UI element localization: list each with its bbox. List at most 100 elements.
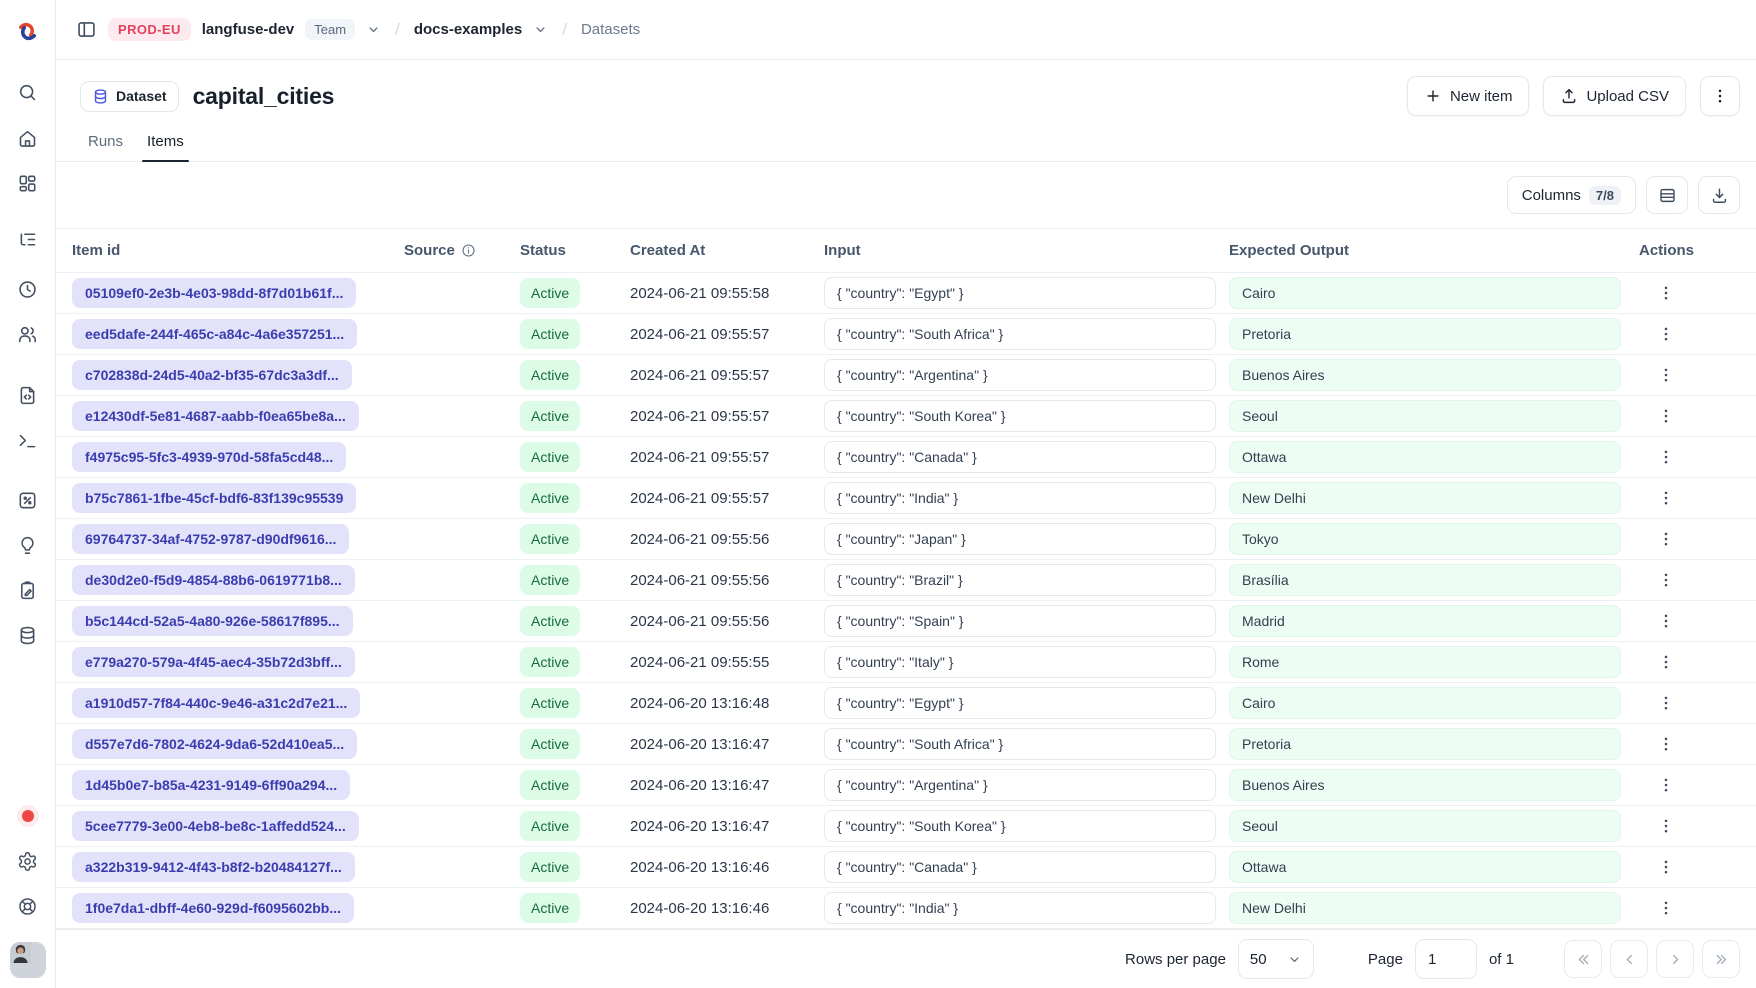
row-actions-button[interactable] [1653, 321, 1679, 347]
rows-per-page-select[interactable]: 50 [1238, 939, 1314, 979]
input-cell[interactable]: { "country": "Canada" } [824, 441, 1216, 473]
expected-output-cell[interactable]: Brasília [1229, 564, 1621, 596]
column-header-source[interactable]: Source [404, 242, 520, 259]
row-actions-button[interactable] [1653, 854, 1679, 880]
item-id-badge[interactable]: a1910d57-7f84-440c-9e46-a31c2d7e21... [72, 688, 360, 718]
export-download-button[interactable] [1698, 176, 1740, 214]
input-cell[interactable]: { "country": "South Africa" } [824, 318, 1216, 350]
row-actions-button[interactable] [1653, 813, 1679, 839]
expected-output-cell[interactable]: Cairo [1229, 277, 1621, 309]
expected-output-cell[interactable]: Ottawa [1229, 441, 1621, 473]
users-icon[interactable] [9, 315, 47, 353]
sidebar-toggle-icon[interactable] [76, 19, 97, 40]
row-actions-button[interactable] [1653, 362, 1679, 388]
new-item-button[interactable]: New item [1407, 76, 1530, 116]
annotation-clipboard-icon[interactable] [9, 571, 47, 609]
column-header-input[interactable]: Input [824, 242, 1229, 259]
tab-items[interactable]: Items [139, 124, 192, 161]
row-actions-button[interactable] [1653, 608, 1679, 634]
item-id-badge[interactable]: d557e7d6-7802-4624-9da6-52d410ea5... [72, 729, 357, 759]
first-page-button[interactable] [1564, 940, 1602, 978]
breadcrumb-org[interactable]: langfuse-dev [202, 21, 295, 38]
item-id-badge[interactable]: eed5dafe-244f-465c-a84c-4a6e357251... [72, 319, 357, 349]
columns-button[interactable]: Columns 7/8 [1507, 176, 1636, 214]
column-header-expected-output[interactable]: Expected Output [1229, 242, 1639, 259]
expected-output-cell[interactable]: Pretoria [1229, 318, 1621, 350]
input-cell[interactable]: { "country": "India" } [824, 482, 1216, 514]
column-header-item-id[interactable]: Item id [72, 242, 404, 259]
input-cell[interactable]: { "country": "Argentina" } [824, 769, 1216, 801]
item-id-badge[interactable]: 1d45b0e7-b85a-4231-9149-6ff90a294... [72, 770, 350, 800]
sessions-clock-icon[interactable] [9, 270, 47, 308]
input-cell[interactable]: { "country": "South Africa" } [824, 728, 1216, 760]
search-icon[interactable] [9, 73, 47, 111]
tracing-icon[interactable] [9, 220, 47, 258]
last-page-button[interactable] [1702, 940, 1740, 978]
item-id-badge[interactable]: b5c144cd-52a5-4a80-926e-58617f895... [72, 606, 353, 636]
input-cell[interactable]: { "country": "Argentina" } [824, 359, 1216, 391]
input-cell[interactable]: { "country": "South Korea" } [824, 400, 1216, 432]
expected-output-cell[interactable]: Buenos Aires [1229, 359, 1621, 391]
item-id-badge[interactable]: 5cee7779-3e00-4eb8-be8c-1affedd524... [72, 811, 359, 841]
row-actions-button[interactable] [1653, 649, 1679, 675]
row-actions-button[interactable] [1653, 895, 1679, 921]
expected-output-cell[interactable]: Pretoria [1229, 728, 1621, 760]
previous-page-button[interactable] [1610, 940, 1648, 978]
expected-output-cell[interactable]: Ottawa [1229, 851, 1621, 883]
item-id-badge[interactable]: c702838d-24d5-40a2-bf35-67dc3a3df... [72, 360, 352, 390]
prompts-file-icon[interactable] [9, 376, 47, 414]
column-header-status[interactable]: Status [520, 242, 630, 259]
dashboard-icon[interactable] [9, 164, 47, 202]
playground-terminal-icon[interactable] [9, 421, 47, 459]
item-id-badge[interactable]: e12430df-5e81-4687-aabb-f0ea65be8a... [72, 401, 359, 431]
evaluation-percent-icon[interactable] [9, 481, 47, 519]
upload-csv-button[interactable]: Upload CSV [1543, 76, 1686, 116]
item-id-badge[interactable]: e779a270-579a-4f45-aec4-35b72d3bff... [72, 647, 355, 677]
item-id-badge[interactable]: 05109ef0-2e3b-4e03-98dd-8f7d01b61f... [72, 278, 356, 308]
row-actions-button[interactable] [1653, 690, 1679, 716]
input-cell[interactable]: { "country": "Egypt" } [824, 687, 1216, 719]
row-actions-button[interactable] [1653, 567, 1679, 593]
support-lifebuoy-icon[interactable] [9, 887, 47, 925]
row-actions-button[interactable] [1653, 526, 1679, 552]
input-cell[interactable]: { "country": "Japan" } [824, 523, 1216, 555]
chevron-down-icon[interactable] [366, 22, 381, 37]
item-id-badge[interactable]: a322b319-9412-4f43-b8f2-b20484127f... [72, 852, 355, 882]
expected-output-cell[interactable]: Cairo [1229, 687, 1621, 719]
input-cell[interactable]: { "country": "Spain" } [824, 605, 1216, 637]
row-actions-button[interactable] [1653, 444, 1679, 470]
item-id-badge[interactable]: f4975c95-5fc3-4939-970d-58fa5cd48... [72, 442, 346, 472]
expected-output-cell[interactable]: Seoul [1229, 400, 1621, 432]
home-icon[interactable] [9, 119, 47, 157]
user-avatar[interactable] [9, 941, 47, 979]
row-actions-button[interactable] [1653, 731, 1679, 757]
breadcrumb-project[interactable]: docs-examples [414, 21, 522, 38]
item-id-badge[interactable]: b75c7861-1fbe-45cf-bdf6-83f139c95539 [72, 483, 356, 513]
item-id-badge[interactable]: de30d2e0-f5d9-4854-88b6-0619771b8... [72, 565, 355, 595]
item-id-badge[interactable]: 69764737-34af-4752-9787-d90df9616... [72, 524, 349, 554]
page-number-input[interactable] [1415, 939, 1477, 979]
input-cell[interactable]: { "country": "South Korea" } [824, 810, 1216, 842]
input-cell[interactable]: { "country": "Italy" } [824, 646, 1216, 678]
item-id-badge[interactable]: 1f0e7da1-dbff-4e60-929d-f6095602bb... [72, 893, 354, 923]
row-actions-button[interactable] [1653, 403, 1679, 429]
expected-output-cell[interactable]: Tokyo [1229, 523, 1621, 555]
recording-indicator-dot[interactable] [9, 797, 47, 835]
expected-output-cell[interactable]: Seoul [1229, 810, 1621, 842]
page-more-actions-button[interactable] [1700, 76, 1740, 116]
breadcrumb-current[interactable]: Datasets [581, 21, 640, 38]
next-page-button[interactable] [1656, 940, 1694, 978]
datasets-database-icon[interactable] [9, 616, 47, 654]
expected-output-cell[interactable]: Buenos Aires [1229, 769, 1621, 801]
tab-runs[interactable]: Runs [80, 124, 131, 161]
input-cell[interactable]: { "country": "India" } [824, 892, 1216, 924]
expected-output-cell[interactable]: New Delhi [1229, 482, 1621, 514]
row-actions-button[interactable] [1653, 772, 1679, 798]
input-cell[interactable]: { "country": "Canada" } [824, 851, 1216, 883]
settings-gear-icon[interactable] [9, 842, 47, 880]
lightbulb-icon[interactable] [9, 526, 47, 564]
input-cell[interactable]: { "country": "Egypt" } [824, 277, 1216, 309]
expected-output-cell[interactable]: Rome [1229, 646, 1621, 678]
expected-output-cell[interactable]: New Delhi [1229, 892, 1621, 924]
row-height-button[interactable] [1646, 176, 1688, 214]
